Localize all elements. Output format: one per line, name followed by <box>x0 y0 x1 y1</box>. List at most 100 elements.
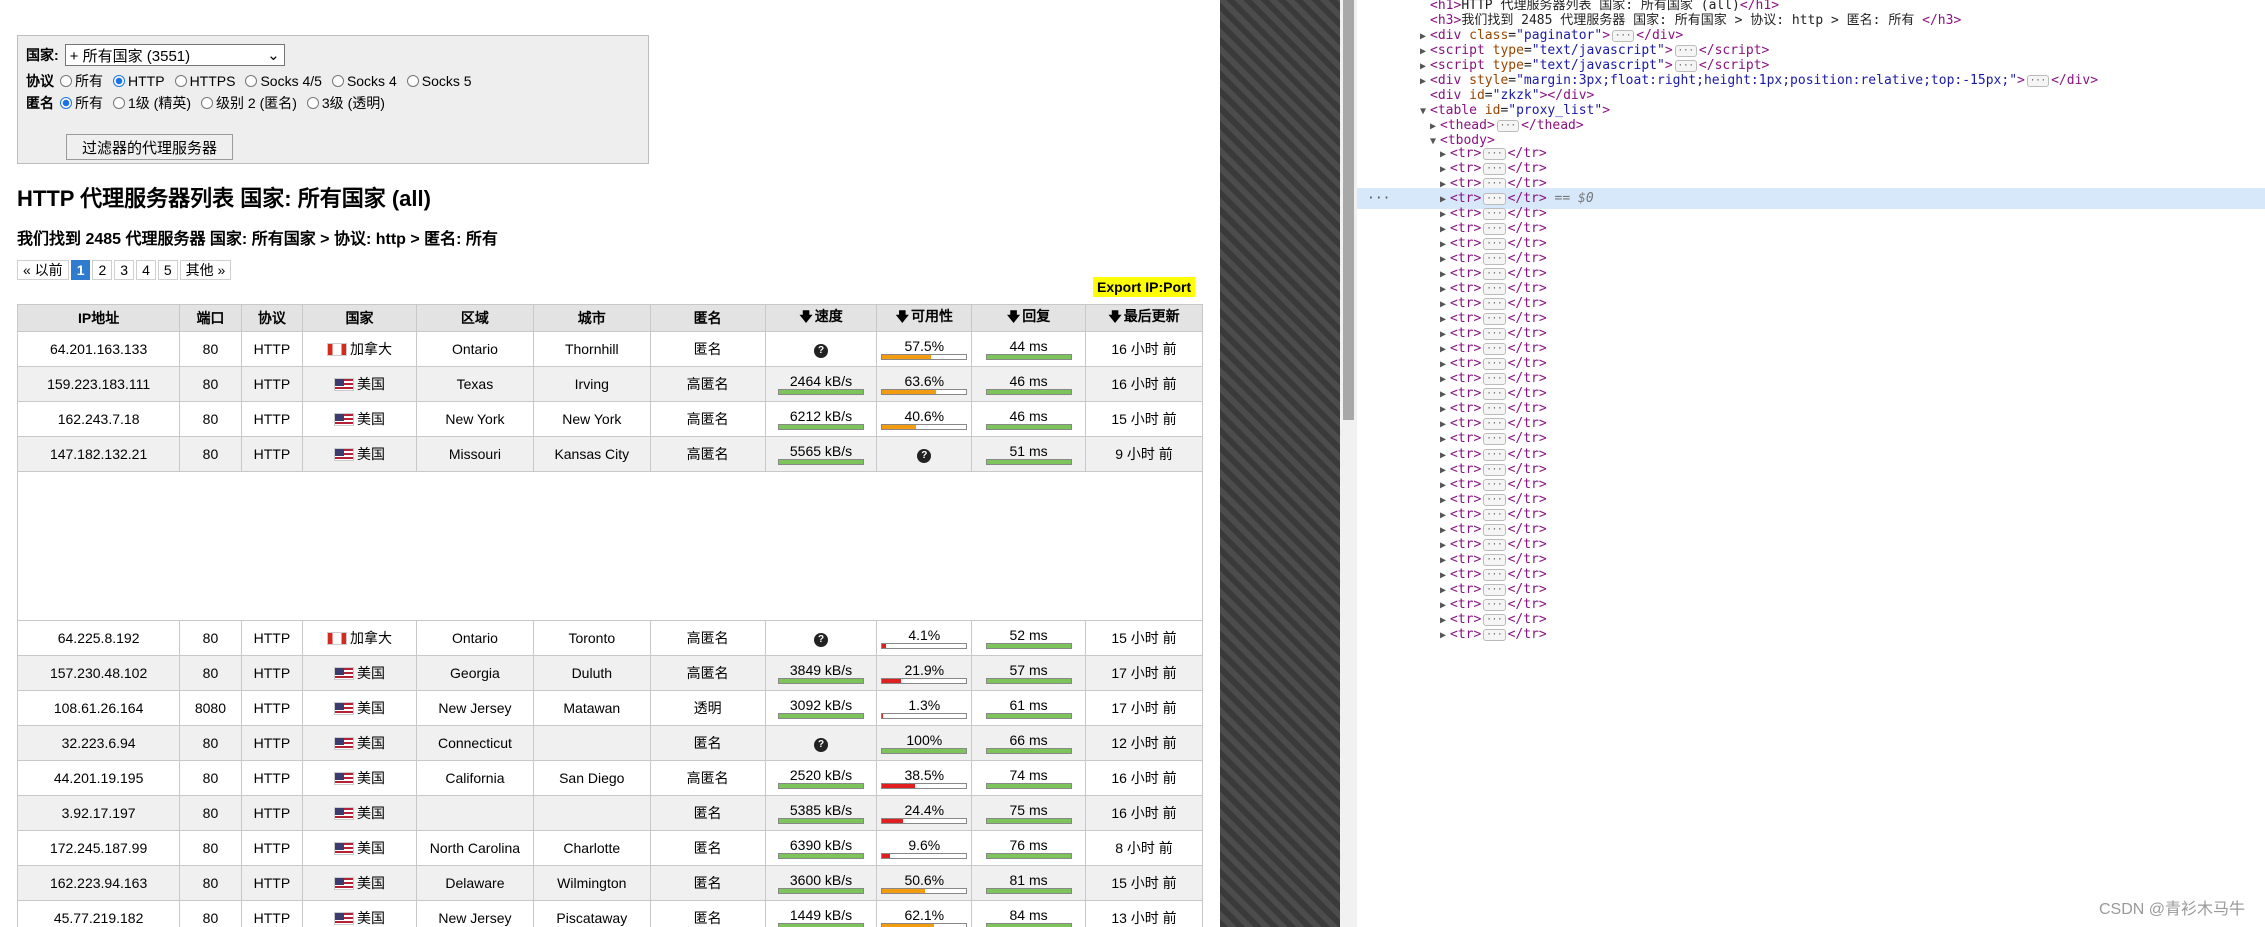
anonymity-radio-3[interactable]: 3级 (透明) <box>306 93 385 113</box>
protocol-radio-circle[interactable] <box>245 75 258 87</box>
column-header-8[interactable]: 🡇 可用性 <box>876 304 973 332</box>
uptime-meter-bar <box>881 748 968 754</box>
table-row[interactable]: 162.223.94.163 80 HTTP 美国 Delaware Wilmington… <box>16 865 1203 901</box>
response-meter-fill <box>986 390 1071 394</box>
anonymity-radio-circle[interactable] <box>306 97 319 109</box>
uptime-meter-fill <box>882 644 886 648</box>
protocol-radio-circle[interactable] <box>406 75 419 87</box>
table-row[interactable]: 64.201.163.133 80 HTTP 加拿大 Ontario Thornhill 匿… <box>16 331 1203 367</box>
country-cell: 加拿大 <box>302 331 417 367</box>
response-meter-bar <box>985 713 1072 719</box>
pager-page-5[interactable]: 5 <box>157 260 178 280</box>
response-meter-bar <box>985 888 1072 894</box>
column-header-10[interactable]: 🡇 最后更新 <box>1085 304 1203 332</box>
response-cell: 61 ms <box>971 690 1087 726</box>
column-header-1[interactable]: 端口 <box>179 304 242 332</box>
anonymity-radio-0[interactable]: 所有 <box>60 93 103 113</box>
uptime-meter: 24.4% <box>881 803 968 824</box>
export-button[interactable]: Export IP:Port <box>1093 277 1196 297</box>
response-meter-fill <box>986 749 1071 753</box>
column-header-3[interactable]: 国家 <box>302 304 417 332</box>
response-meter: 74 ms <box>985 767 1072 789</box>
table-row[interactable]: 162.243.7.18 80 HTTP 美国 New York New York 高匿名 6… <box>16 401 1203 437</box>
anonymity-radio-2[interactable]: 级别 2 (匿名) <box>201 93 297 113</box>
uptime-cell: 62.1% <box>876 900 973 927</box>
response-meter-label: 76 ms <box>1009 837 1048 853</box>
table-row[interactable]: 45.77.219.182 80 HTTP 美国 New Jersey Piscatawa… <box>16 900 1203 927</box>
pager-page-4[interactable]: 4 <box>136 260 156 280</box>
protocol-radio-5[interactable]: Socks 5 <box>406 73 472 89</box>
response-meter-bar <box>985 354 1072 360</box>
speed-cell: 6390 kB/s <box>764 830 878 866</box>
flag-us-icon <box>334 378 355 391</box>
table-row[interactable]: 44.201.19.195 80 HTTP 美国 California San Diego… <box>16 760 1203 796</box>
column-header-0[interactable]: IP地址 <box>16 304 181 332</box>
city-cell: Kansas City <box>532 436 651 472</box>
region-cell: New Jersey <box>415 690 534 726</box>
pager-prev[interactable]: « 以前 <box>17 260 69 280</box>
table-row[interactable]: 157.230.48.102 80 HTTP 美国 Georgia Duluth 高匿名 38… <box>16 655 1203 691</box>
ip-cell: 108.61.26.164 <box>16 690 181 726</box>
response-meter-bar <box>985 818 1072 824</box>
table-row[interactable]: 32.223.6.94 80 HTTP 美国 Connecticut 匿名? 100% 66 … <box>16 725 1203 761</box>
devtools-divider[interactable] <box>1220 0 1340 927</box>
dom-node-tr[interactable]: ▶ <tr> ··· </tr> <box>1440 624 1547 645</box>
country-select[interactable]: + 所有国家 (3551) ⌄ <box>64 44 285 66</box>
anonymity-radio-circle[interactable] <box>201 97 213 109</box>
uptime-meter: 57.5% <box>881 339 968 360</box>
region-cell: Connecticut <box>415 725 534 761</box>
table-row[interactable]: 172.245.187.99 80 HTTP 美国 North Carolina Char… <box>16 830 1203 866</box>
uptime-meter-label: 100% <box>906 732 943 748</box>
anonymity-radio-circle[interactable] <box>60 97 72 109</box>
protocol-radio-1[interactable]: HTTP <box>113 73 165 89</box>
column-header-4[interactable]: 区域 <box>415 304 534 332</box>
column-header-6[interactable]: 匿名 <box>649 304 766 332</box>
anonymity-radio-circle[interactable] <box>113 97 125 109</box>
response-cell: 44 ms <box>971 331 1087 367</box>
column-header-2[interactable]: 协议 <box>240 304 304 332</box>
anonymity-radio-1[interactable]: 1级 (精英) <box>113 93 191 113</box>
response-meter: 46 ms <box>985 374 1072 395</box>
expand-triangle-icon[interactable]: ▶ <box>1440 625 1450 646</box>
response-meter-fill <box>986 679 1071 683</box>
city-cell: New York <box>532 401 651 437</box>
filter-button[interactable]: 过滤器的代理服务器 <box>66 134 233 160</box>
pager-page-3[interactable]: 3 <box>114 260 135 280</box>
response-meter-label: 74 ms <box>1009 767 1048 783</box>
protocol-radio-circle[interactable] <box>113 75 125 87</box>
node-menu-icon[interactable]: ··· <box>1367 188 1390 209</box>
protocol-radio-circle[interactable] <box>331 75 344 87</box>
pager-next[interactable]: 其他 » <box>179 260 232 280</box>
ip-cell: 147.182.132.21 <box>16 436 181 472</box>
response-cell: 57 ms <box>971 655 1087 691</box>
uptime-cell: 100% <box>876 725 973 761</box>
page-scrollbar[interactable] <box>1340 0 1357 927</box>
table-row[interactable]: 147.182.132.21 80 HTTP 美国 Missouri Kansas Cit… <box>16 436 1203 472</box>
pager-page-2[interactable]: 2 <box>92 260 113 280</box>
country-row: 国家: + 所有国家 (3551) ⌄ <box>26 44 285 66</box>
protocol-radio-2[interactable]: HTTPS <box>174 73 235 89</box>
response-meter: 57 ms <box>985 663 1072 684</box>
scrollbar-thumb[interactable] <box>1343 0 1354 420</box>
protocol-radio-circle[interactable] <box>174 75 187 87</box>
response-cell: 76 ms <box>971 830 1087 866</box>
column-header-7[interactable]: 🡇 速度 <box>764 304 878 332</box>
uptime-meter-fill <box>882 784 915 788</box>
table-row[interactable]: 159.223.183.111 80 HTTP 美国 Texas Irving 高匿名 246… <box>16 366 1203 402</box>
column-header-9[interactable]: 🡇 回复 <box>971 304 1087 332</box>
protocol-radio-0[interactable]: 所有 <box>60 71 103 91</box>
expand-triangle-icon[interactable]: ▼ <box>1420 101 1430 122</box>
table-row[interactable]: 3.92.17.197 80 HTTP 美国 匿名 5385 kB/s 24.4% 75 ms… <box>16 795 1203 831</box>
expand-triangle-icon[interactable]: ▼ <box>1430 131 1440 152</box>
table-row[interactable]: 64.225.8.192 80 HTTP 加拿大 Ontario Toronto 高匿名? 4… <box>16 620 1203 656</box>
pager-page-1[interactable]: 1 <box>70 260 91 280</box>
response-meter-bar <box>985 853 1072 859</box>
country-cell: 美国 <box>302 865 417 901</box>
anonymity-radio-label: 所有 <box>75 95 103 111</box>
table-row[interactable]: 108.61.26.164 8080 HTTP 美国 New Jersey Matawan… <box>16 690 1203 726</box>
protocol-radio-4[interactable]: Socks 4 <box>331 73 397 89</box>
column-header-5[interactable]: 城市 <box>532 304 651 332</box>
response-meter-fill <box>986 355 1071 359</box>
protocol-radio-3[interactable]: Socks 4/5 <box>245 73 322 89</box>
protocol-radio-circle[interactable] <box>60 75 72 87</box>
